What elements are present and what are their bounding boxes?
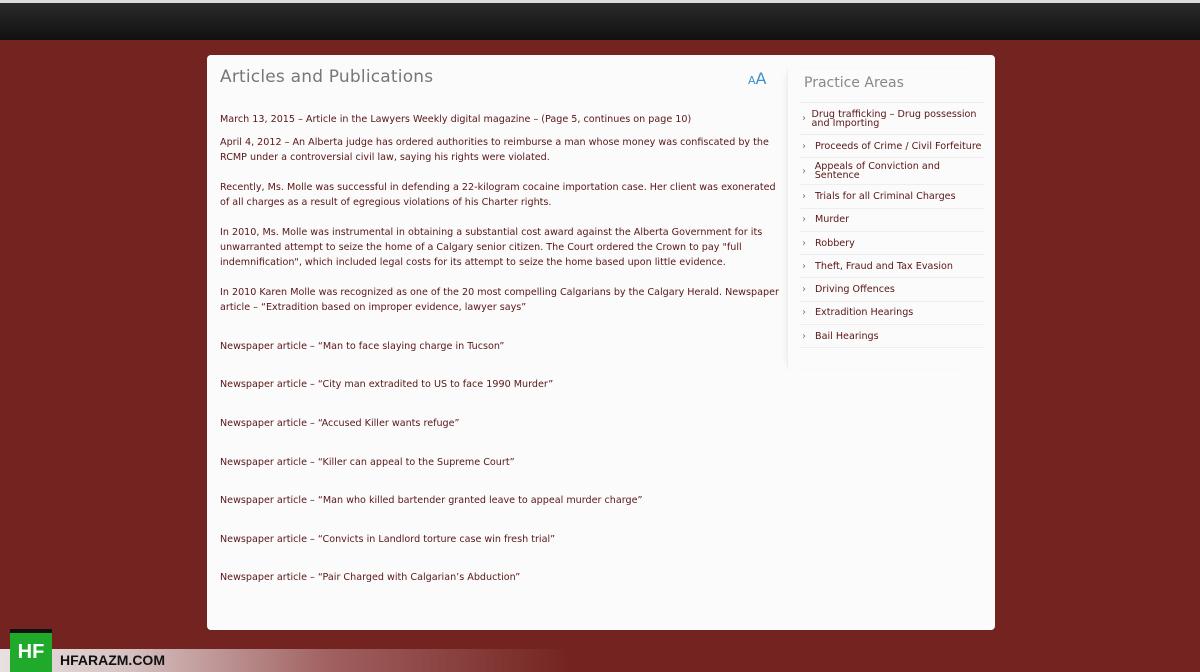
sidebar-item-murder[interactable]: › Murder xyxy=(800,209,984,232)
chevron-right-icon: › xyxy=(802,307,806,319)
sidebar-item-proceeds-of-crime[interactable]: › Proceeds of Crime / Civil Forfeiture xyxy=(800,135,984,159)
newspaper-link[interactable]: Newspaper article – “City man extradited… xyxy=(220,377,780,392)
font-increase-icon[interactable]: A xyxy=(756,69,767,88)
article-paragraph[interactable]: March 13, 2015 – Article in the Lawyers … xyxy=(220,112,780,127)
practice-areas-list: › Drug trafficking – Drug possession and … xyxy=(800,102,984,349)
newspaper-link[interactable]: Newspaper article – “Convicts in Landlor… xyxy=(220,532,780,547)
sidebar-item-trials[interactable]: › Trials for all Criminal Charges xyxy=(800,185,984,209)
sidebar-item-extradition[interactable]: › Extradition Hearings xyxy=(800,302,984,326)
newspaper-link[interactable]: Newspaper article – “Man who killed bart… xyxy=(220,493,780,508)
top-header-bar xyxy=(0,0,1200,40)
chevron-right-icon: › xyxy=(802,260,806,272)
page-title: Articles and Publications xyxy=(220,67,434,87)
newspaper-link[interactable]: Newspaper article – “Killer can appeal t… xyxy=(220,455,780,470)
chevron-right-icon: › xyxy=(802,214,806,226)
chevron-right-icon: › xyxy=(802,330,806,342)
sidebar-item-bail-hearings[interactable]: › Bail Hearings xyxy=(800,325,984,349)
sidebar-item-appeals[interactable]: › Appeals of Conviction and Sentence xyxy=(800,158,984,186)
sidebar-item-theft-fraud[interactable]: › Theft, Fraud and Tax Evasion xyxy=(800,255,984,279)
chevron-right-icon: › xyxy=(802,113,806,124)
watermark-logo: HF xyxy=(10,629,52,672)
newspaper-link[interactable]: Newspaper article – “Man to face slaying… xyxy=(220,339,780,354)
content-card: Articles and Publications AA March 13, 2… xyxy=(207,55,995,630)
article-paragraph: In 2010, Ms. Molle was instrumental in o… xyxy=(220,227,763,268)
chevron-right-icon: › xyxy=(802,190,806,202)
chevron-right-icon: › xyxy=(802,140,806,152)
article-paragraph: Recently, Ms. Molle was successful in de… xyxy=(220,182,776,208)
sidebar-item-driving-offences[interactable]: › Driving Offences xyxy=(800,278,984,302)
newspaper-link[interactable]: Newspaper article – “Pair Charged with C… xyxy=(220,570,780,585)
watermark-site: HFARAZM.COM xyxy=(60,652,165,668)
sidebar-item-robbery[interactable]: › Robbery xyxy=(800,232,984,256)
chevron-right-icon: › xyxy=(802,284,806,296)
sidebar-item-drug-trafficking[interactable]: › Drug trafficking – Drug possession and … xyxy=(800,103,984,135)
font-size-toggle[interactable]: AA xyxy=(748,69,766,88)
article-paragraph[interactable]: April 4, 2012 – An Alberta judge has ord… xyxy=(220,135,780,165)
chevron-right-icon: › xyxy=(802,165,806,177)
practice-areas-sidebar: Practice Areas › Drug trafficking – Drug … xyxy=(787,69,984,369)
sidebar-title: Practice Areas xyxy=(804,75,904,91)
font-decrease-icon[interactable]: A xyxy=(748,74,756,87)
newspaper-link[interactable]: Newspaper article – “Accused Killer want… xyxy=(220,416,780,431)
article-paragraph[interactable]: In 2010 Karen Molle was recognized as on… xyxy=(220,285,780,315)
chevron-right-icon: › xyxy=(802,237,806,249)
